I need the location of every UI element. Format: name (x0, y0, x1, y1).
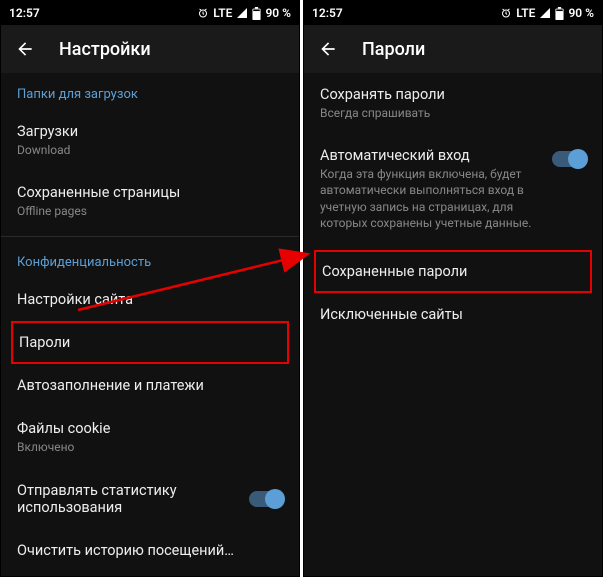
status-bar: 12:57 LTE 90 % (1, 1, 299, 25)
sublabel: Всегда спрашивать (320, 105, 586, 121)
status-net: LTE (516, 6, 535, 20)
item-site-settings[interactable]: Настройки сайта (1, 278, 299, 321)
signal-icon (236, 7, 248, 19)
toggle-switch[interactable] (249, 491, 283, 507)
sublabel: Offline pages (17, 203, 283, 219)
item-saved-pages[interactable]: Сохраненные страницы Offline pages (1, 171, 299, 232)
item-cookies[interactable]: Файлы cookie Включено (1, 407, 299, 468)
label: Настройки сайта (17, 291, 283, 308)
label: Автоматический вход (320, 147, 542, 164)
alarm-icon (197, 7, 209, 19)
sublabel: Download (17, 142, 283, 158)
label: Пароли (19, 334, 281, 351)
item-clear-history[interactable]: Очистить историю посещений… (1, 529, 299, 572)
status-time: 12:57 (9, 6, 40, 20)
label: Отправлять статистику использования (17, 482, 249, 516)
settings-list: Папки для загрузок Загрузки Download Сох… (1, 73, 299, 576)
alarm-icon (500, 7, 512, 19)
status-time: 12:57 (312, 6, 343, 20)
status-net: LTE (213, 6, 232, 20)
status-battery: 90 % (265, 6, 291, 20)
item-usage-stats[interactable]: Отправлять статистику использования (1, 469, 299, 529)
label: Загрузки (17, 123, 283, 140)
item-saved-passwords[interactable]: Сохраненные пароли (314, 250, 592, 293)
page-title: Настройки (59, 39, 151, 60)
phone-right: 12:57 LTE 90 % Пароли Сохранять пароли В… (303, 0, 603, 577)
label: Файлы cookie (17, 420, 283, 437)
arrow-left-icon (15, 39, 35, 59)
toggle-switch[interactable] (552, 151, 586, 167)
phone-left: 12:57 LTE 90 % Настройки Папки для загру… (0, 0, 300, 577)
item-auto-login[interactable]: Автоматический вход Когда эта функция вк… (304, 134, 602, 244)
label: Очистить историю посещений… (17, 542, 283, 559)
sublabel: Когда эта функция включена, будет автома… (320, 166, 542, 231)
status-right: LTE 90 % (500, 6, 594, 20)
item-save-passwords[interactable]: Сохранять пароли Всегда спрашивать (304, 73, 602, 134)
app-bar: Настройки (1, 25, 299, 73)
label: Исключенные сайты (320, 306, 586, 323)
page-title: Пароли (362, 39, 425, 60)
status-battery: 90 % (568, 6, 594, 20)
passwords-list: Сохранять пароли Всегда спрашивать Автом… (304, 73, 602, 576)
section-privacy: Конфиденциальность (1, 241, 299, 278)
label: Сохранять пароли (320, 86, 586, 103)
item-downloads[interactable]: Загрузки Download (1, 110, 299, 171)
label: Сохраненные пароли (322, 263, 584, 280)
divider (1, 236, 299, 237)
battery-icon (555, 7, 564, 20)
status-right: LTE 90 % (197, 6, 291, 20)
back-button[interactable] (318, 39, 338, 59)
back-button[interactable] (15, 39, 35, 59)
arrow-left-icon (318, 39, 338, 59)
label: Автозаполнение и платежи (17, 377, 283, 394)
signal-icon (539, 7, 551, 19)
item-autofill[interactable]: Автозаполнение и платежи (1, 364, 299, 407)
battery-icon (252, 7, 261, 20)
app-bar: Пароли (304, 25, 602, 73)
status-bar: 12:57 LTE 90 % (304, 1, 602, 25)
label: Сохраненные страницы (17, 184, 283, 201)
item-excluded-sites[interactable]: Исключенные сайты (304, 293, 602, 336)
item-passwords[interactable]: Пароли (11, 321, 289, 364)
sublabel: Включено (17, 439, 283, 455)
section-downloads: Папки для загрузок (1, 73, 299, 110)
